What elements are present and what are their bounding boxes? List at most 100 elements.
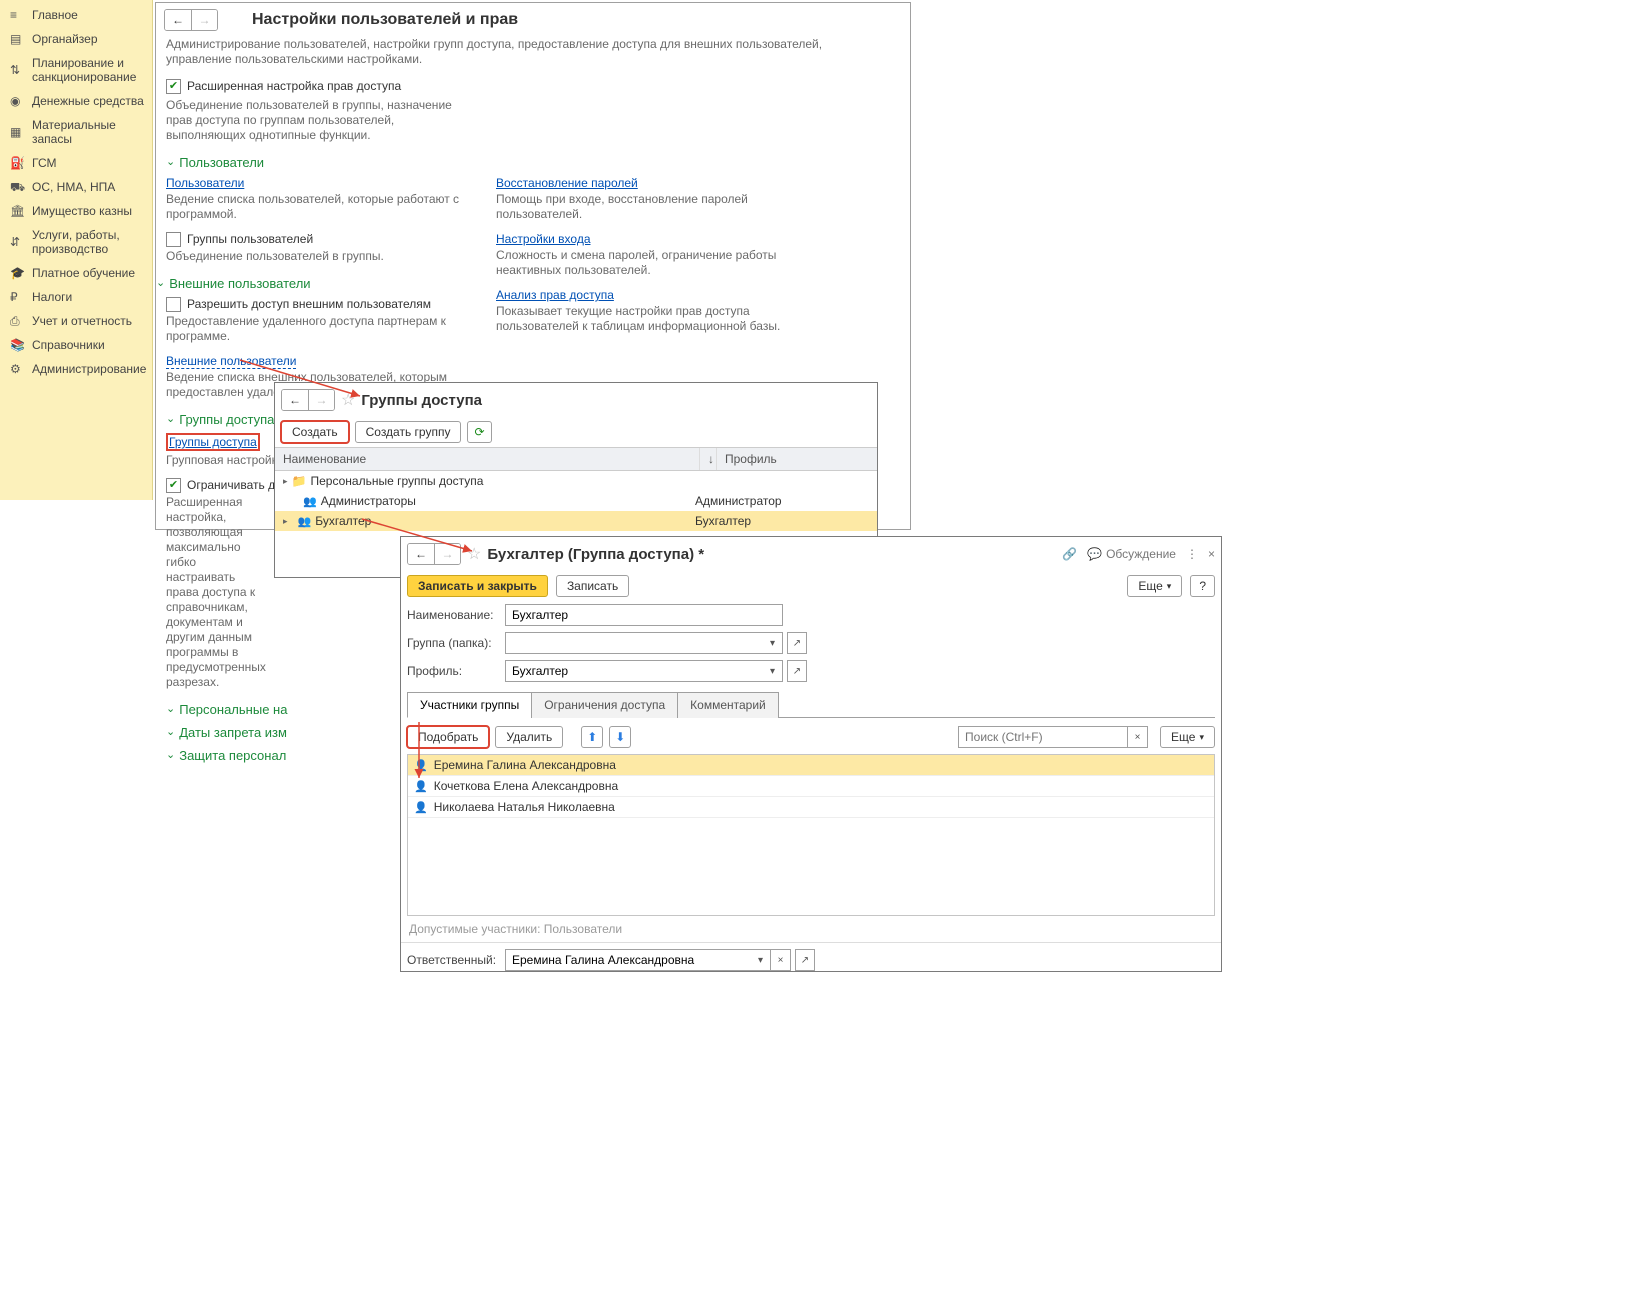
label-folder: Группа (папка): (407, 636, 499, 650)
label-name: Наименование: (407, 608, 499, 622)
table-row[interactable]: ▸📁Персональные группы доступа (275, 471, 877, 491)
nav-fuel[interactable]: ⛽ ГСМ (0, 151, 152, 175)
open-button[interactable]: ↗ (787, 660, 807, 682)
tab-restrictions[interactable]: Ограничения доступа (531, 692, 678, 718)
pick-button[interactable]: Подобрать (407, 726, 489, 748)
fuel-icon: ⛽ (10, 156, 24, 170)
dropdown-button[interactable]: ▾ (763, 632, 783, 654)
win2-title: Группы доступа (361, 392, 482, 409)
input-profile[interactable] (505, 660, 763, 682)
text-recovery: Помощь при входе, восстановление паролей… (486, 192, 806, 230)
books-icon: 📚 (10, 338, 24, 352)
nav-label: ОС, НМА, НПА (32, 180, 115, 194)
link-users[interactable]: Пользователи (166, 176, 244, 190)
nav-report[interactable]: ⎙Учет и отчетность (0, 309, 152, 333)
checkbox-restrict[interactable] (166, 478, 181, 493)
nav-planning[interactable]: ⇅Планирование и санкционирование (0, 51, 152, 89)
link-external-users[interactable]: Внешние пользователи (166, 354, 296, 369)
win3-back[interactable]: ← (408, 544, 434, 564)
input-name[interactable] (505, 604, 783, 626)
create-group-button[interactable]: Создать группу (355, 421, 462, 443)
nav-money[interactable]: ◉Денежные средства (0, 89, 152, 113)
nav-admin[interactable]: ⚙Администрирование (0, 357, 152, 381)
nav-stock[interactable]: ▦Материальные запасы (0, 113, 152, 151)
expand-icon[interactable]: ▸ (283, 516, 288, 527)
link-access-groups[interactable]: Группы доступа (169, 435, 257, 449)
nav-refs[interactable]: 📚 Справочники (0, 333, 152, 357)
move-up-button[interactable]: ⬆ (581, 726, 603, 748)
col-sort[interactable]: ↓ (699, 448, 717, 470)
dropdown-button[interactable]: ▾ (751, 949, 771, 971)
help-button[interactable]: ? (1190, 575, 1215, 597)
section-users[interactable]: Пользователи (156, 151, 910, 174)
open-button[interactable]: ↗ (787, 632, 807, 654)
clear-search-button[interactable]: × (1128, 726, 1148, 748)
section-external[interactable]: Внешние пользователи (156, 272, 486, 295)
link-icon[interactable]: 🔗 (1062, 547, 1077, 561)
open-button[interactable]: ↗ (795, 949, 815, 971)
checkbox-external[interactable] (166, 297, 181, 312)
table-row-selected[interactable]: ▸👥Бухгалтер Бухгалтер (275, 511, 877, 531)
nav-label: Денежные средства (32, 94, 144, 108)
nav-services[interactable]: ⇵Услуги, работы, производство (0, 223, 152, 261)
text-login: Сложность и смена паролей, ограничение р… (486, 248, 806, 286)
expand-icon[interactable]: ▸ (283, 476, 288, 487)
refresh-button[interactable]: ⟳ (467, 421, 491, 443)
link-login[interactable]: Настройки входа (496, 232, 591, 246)
list-item[interactable]: 👤Кочеткова Елена Александровна (408, 776, 1214, 797)
win2-back[interactable]: ← (282, 390, 308, 410)
menu-icon: ≡ (10, 8, 24, 22)
save-close-button[interactable]: Записать и закрыть (407, 575, 548, 597)
services-icon: ⇵ (10, 235, 24, 249)
close-button[interactable]: × (1208, 547, 1215, 561)
dropdown-button[interactable]: ▾ (763, 660, 783, 682)
discuss-button[interactable]: 💬Обсуждение (1087, 547, 1176, 561)
nav-tax[interactable]: ₽Налоги (0, 285, 152, 309)
checkbox-advanced-label: Расширенная настройка прав доступа (187, 79, 401, 93)
nav-treasury[interactable]: 🏛Имущество казны (0, 199, 152, 223)
table-row[interactable]: 👥Администраторы Администратор (275, 491, 877, 511)
win3-forward[interactable]: → (434, 544, 460, 564)
back-button[interactable]: ← (165, 10, 191, 30)
col-profile[interactable]: Профиль (717, 448, 877, 470)
input-folder[interactable] (505, 632, 763, 654)
nav-label: Материальные запасы (32, 118, 144, 146)
nav-label: Справочники (32, 338, 105, 352)
nav-main[interactable]: ≡Главное (0, 3, 152, 27)
tab-comment[interactable]: Комментарий (677, 692, 779, 718)
person-icon: 👤 (414, 801, 428, 814)
row-profile: Администратор (691, 494, 869, 508)
forward-button[interactable]: → (191, 10, 217, 30)
more-button[interactable]: Еще▾ (1127, 575, 1182, 597)
checkbox-user-groups[interactable] (166, 232, 181, 247)
delete-button[interactable]: Удалить (495, 726, 563, 748)
nav-education[interactable]: 🎓Платное обучение (0, 261, 152, 285)
col-name[interactable]: Наименование (275, 448, 699, 470)
nav-label: ГСМ (32, 156, 57, 170)
link-recovery[interactable]: Восстановление паролей (496, 176, 638, 190)
treasury-icon: 🏛 (10, 204, 24, 218)
nav-assets[interactable]: ⛟ОС, НМА, НПА (0, 175, 152, 199)
save-button[interactable]: Записать (556, 575, 629, 597)
search-input[interactable] (958, 726, 1128, 748)
more-button-2[interactable]: Еще▾ (1160, 726, 1215, 748)
win2-forward[interactable]: → (308, 390, 334, 410)
create-button[interactable]: Создать (281, 421, 349, 443)
nav-label: Планирование и санкционирование (32, 56, 144, 84)
list-item[interactable]: 👤Еремина Галина Александровна (408, 755, 1214, 776)
move-down-button[interactable]: ⬇ (609, 726, 631, 748)
member-name: Николаева Наталья Николаевна (434, 800, 615, 814)
label-responsible: Ответственный: (407, 953, 499, 967)
checkbox-advanced[interactable] (166, 79, 181, 94)
text-analysis: Показывает текущие настройки прав доступ… (486, 304, 806, 342)
list-item[interactable]: 👤 Николаева Наталья Николаевна (408, 797, 1214, 818)
input-responsible[interactable] (505, 949, 751, 971)
star-icon[interactable]: ☆ (341, 390, 355, 410)
clear-button[interactable]: × (771, 949, 791, 971)
more-menu[interactable]: ⋮ (1186, 547, 1198, 561)
nav-organizer[interactable]: ▤Органайзер (0, 27, 152, 51)
star-icon[interactable]: ☆ (467, 544, 481, 564)
link-analysis[interactable]: Анализ прав доступа (496, 288, 614, 302)
chevron-down-icon: ▾ (1167, 581, 1172, 592)
tab-members[interactable]: Участники группы (407, 692, 532, 718)
